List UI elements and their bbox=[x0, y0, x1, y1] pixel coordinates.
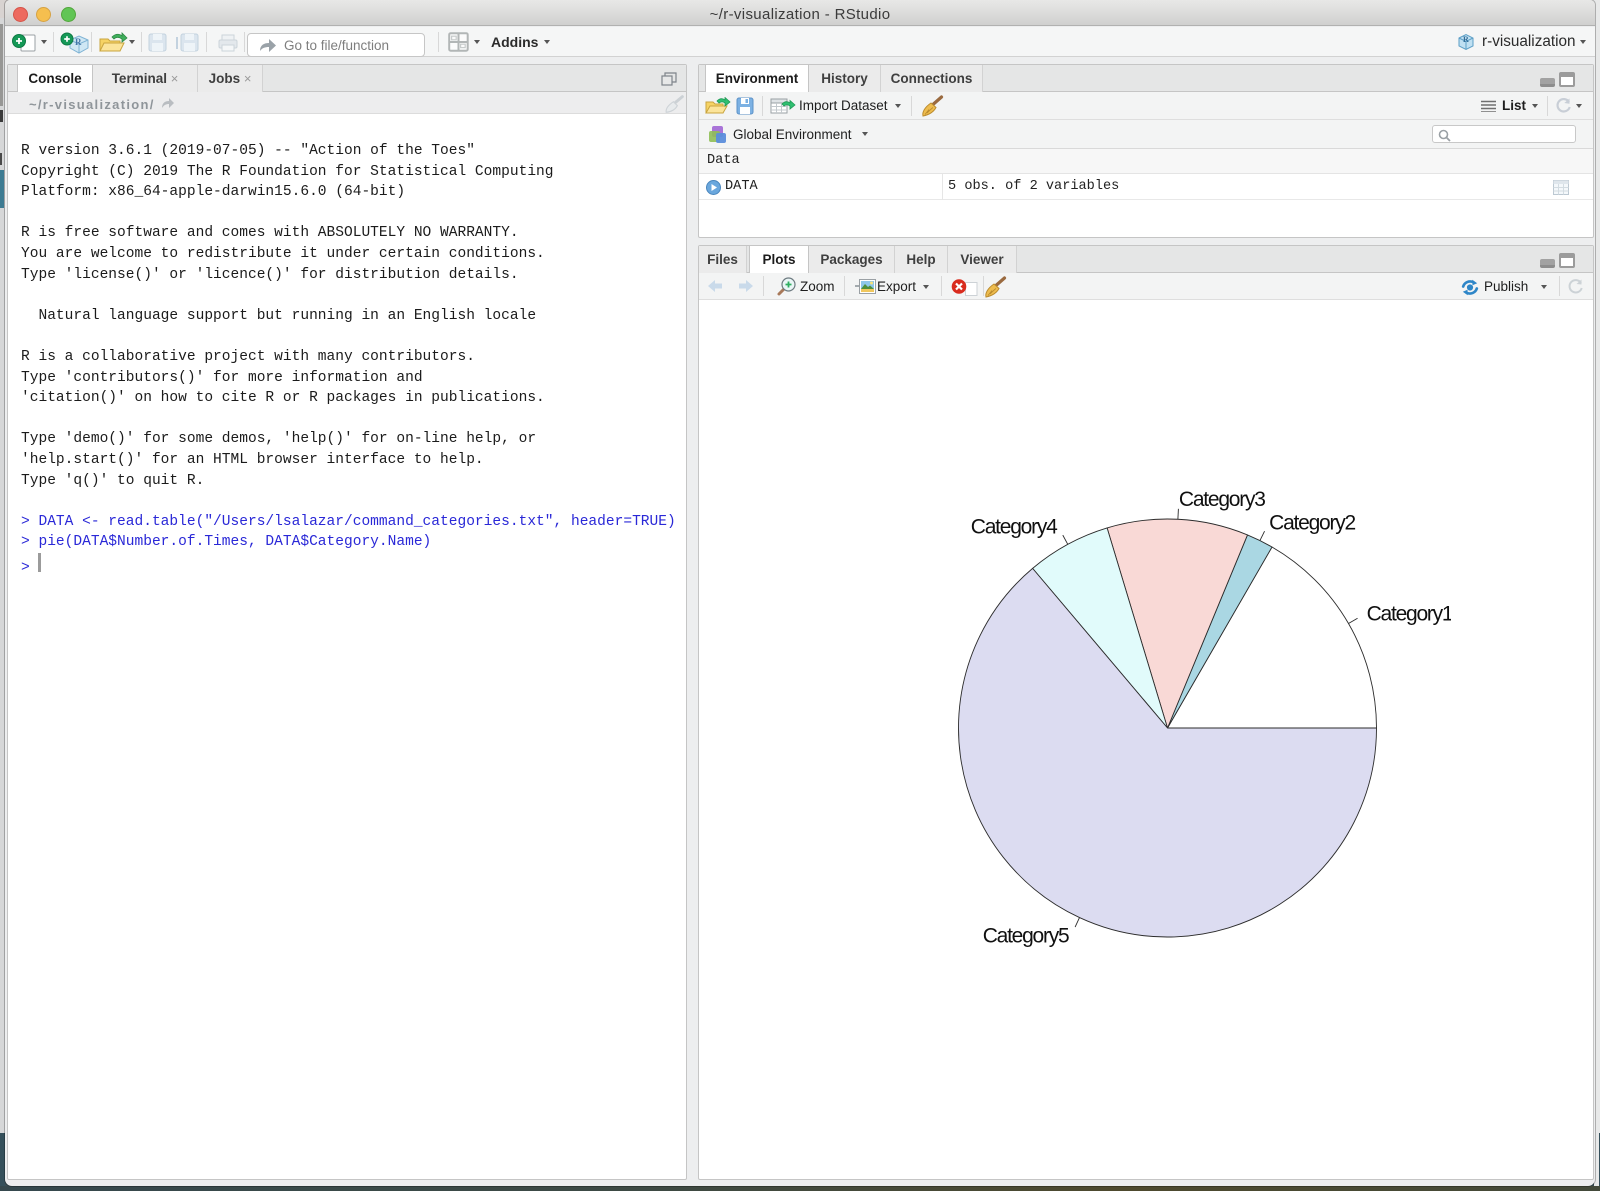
svg-text:Category5: Category5 bbox=[983, 925, 1070, 948]
svg-text:Category3: Category3 bbox=[1179, 488, 1266, 511]
svg-text:Category1: Category1 bbox=[1367, 603, 1451, 626]
svg-text:Category4: Category4 bbox=[971, 516, 1058, 539]
svg-text:R: R bbox=[1463, 35, 1469, 44]
svg-text:R: R bbox=[75, 37, 82, 47]
svg-text:Category2: Category2 bbox=[1269, 511, 1356, 534]
